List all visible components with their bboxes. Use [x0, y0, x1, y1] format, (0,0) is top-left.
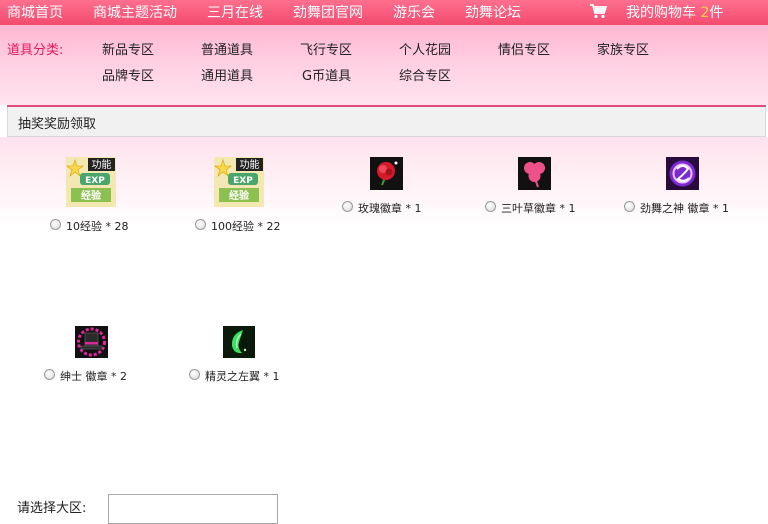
region-select[interactable] [108, 494, 278, 524]
shopping-cart-icon[interactable] [589, 3, 607, 19]
prize-label-dance-god-badge: 劲舞之神 徽章 * 1 [640, 202, 729, 215]
category-normal[interactable]: 普通道具 [201, 39, 253, 58]
nav-amusement[interactable]: 游乐会 [393, 2, 435, 22]
prize-label-clover-badge: 三叶草徽章 * 1 [501, 202, 576, 215]
cart-unit: 件 [709, 5, 724, 21]
category-general[interactable]: 通用道具 [201, 65, 253, 84]
category-gcoin[interactable]: G币道具 [302, 65, 351, 84]
prize-radio-rose-badge[interactable] [342, 201, 353, 212]
prize-radio-10-exp[interactable] [50, 219, 61, 230]
exp-card-icon: 功能 EXP 经验 [214, 157, 264, 207]
exp-badge-text: 功能 [92, 158, 112, 171]
category-couple[interactable]: 情侣专区 [498, 39, 550, 58]
prize-label-100-exp: 100经验 * 22 [211, 220, 281, 233]
clover-badge-icon [518, 157, 551, 190]
exp-card-subtext: 经验 [229, 189, 250, 202]
rose-badge-icon [370, 157, 403, 190]
prize-radio-100-exp[interactable] [195, 219, 206, 230]
cart-link[interactable]: 我的购物车 2件 [626, 2, 723, 22]
category-garden[interactable]: 个人花园 [399, 39, 451, 58]
prize-radio-clover-badge[interactable] [485, 201, 496, 212]
panel-header: 抽奖奖励领取 [7, 107, 766, 137]
category-misc[interactable]: 综合专区 [399, 65, 451, 84]
prize-radio-dance-god-badge[interactable] [624, 201, 635, 212]
prize-label-10-exp: 10经验 * 28 [66, 220, 129, 233]
dance-god-badge-icon [666, 157, 699, 190]
region-label: 请选择大区: [17, 501, 87, 516]
category-new[interactable]: 新品专区 [102, 39, 154, 58]
exp-card-text: EXP [233, 176, 253, 186]
prize-label-rose-badge: 玫瑰徽章 * 1 [358, 202, 422, 215]
nav-march-online[interactable]: 三月在线 [207, 2, 263, 22]
nav-mall-home[interactable]: 商城首页 [7, 2, 63, 22]
gentleman-hat-badge-icon [75, 326, 108, 358]
category-band: 道具分类: 新品专区 普通道具 飞行专区 个人花园 情侣专区 家族专区 品牌专区… [0, 25, 768, 105]
prize-label-gentleman-badge: 绅士 徽章 * 2 [60, 370, 127, 383]
category-family[interactable]: 家族专区 [597, 39, 649, 58]
category-label: 道具分类: [7, 43, 64, 58]
category-flying[interactable]: 飞行专区 [300, 39, 352, 58]
panel-title: 抽奖奖励领取 [18, 117, 97, 132]
exp-card-text: EXP [85, 176, 105, 186]
prize-label-elf-wing: 精灵之左翼 * 1 [205, 370, 280, 383]
prize-radio-elf-wing[interactable] [189, 369, 200, 380]
category-brand[interactable]: 品牌专区 [102, 65, 154, 84]
exp-badge-text: 功能 [240, 158, 260, 171]
prize-radio-gentleman-badge[interactable] [44, 369, 55, 380]
elf-left-wing-icon [223, 326, 255, 358]
nav-forum[interactable]: 劲舞论坛 [465, 2, 521, 22]
exp-card-icon: 功能 EXP 经验 [66, 157, 116, 207]
cart-label: 我的购物车 [626, 5, 696, 21]
nav-mall-events[interactable]: 商城主题活动 [93, 2, 177, 22]
exp-card-subtext: 经验 [81, 189, 102, 202]
nav-official-site[interactable]: 劲舞团官网 [293, 2, 363, 22]
top-nav-bar: 商城首页 商城主题活动 三月在线 劲舞团官网 游乐会 劲舞论坛 我的购物车 2件 [0, 0, 768, 25]
